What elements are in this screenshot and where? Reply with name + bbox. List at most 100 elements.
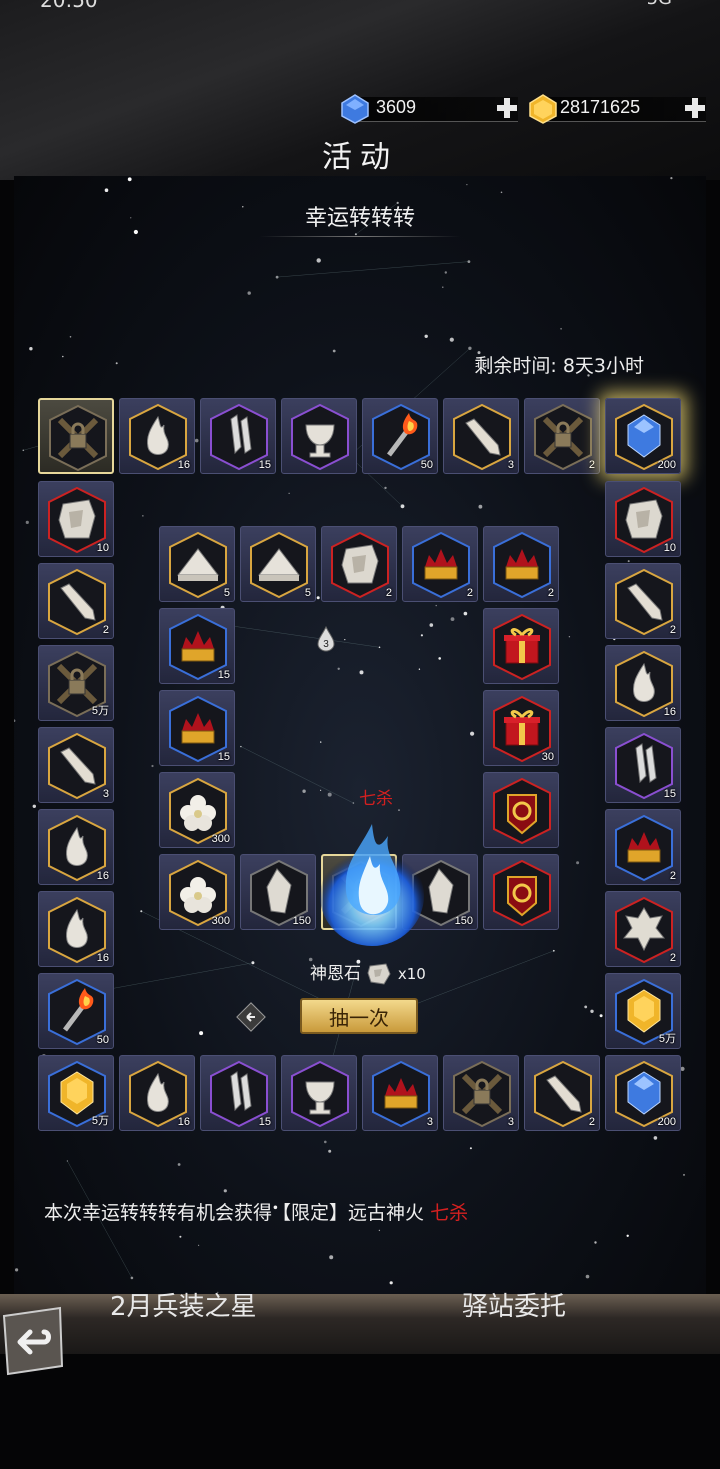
- footer-text: 本次幸运转转转有机会获得【限定】远古神火: [44, 1202, 425, 1224]
- reward-count: 200: [657, 459, 676, 471]
- gold-counter: 28171625: [528, 94, 708, 124]
- reward-slot-flame-icon[interactable]: 16: [605, 645, 681, 721]
- back-arrow-icon[interactable]: [0, 1306, 64, 1376]
- inner-slot-crown-icon[interactable]: 2: [483, 526, 559, 602]
- event-panel: 幸运转转转 剩余时间: 8天3小时 16 15 50 3 2 200 10 2 5万 3 16 16 5…: [14, 176, 706, 1294]
- reward-slot-locked-chest-icon[interactable]: 3: [443, 1055, 519, 1131]
- page-title: 活动: [322, 140, 398, 175]
- reward-slot-stone-icon[interactable]: 10: [38, 481, 114, 557]
- reward-slot-crystal-icon[interactable]: 15: [200, 398, 276, 474]
- bottom-menu-band: 2月兵装之星 驿站委托: [0, 1292, 720, 1354]
- reward-slot-gold-gem-icon[interactable]: 5万: [605, 973, 681, 1049]
- reward-count: 150: [454, 915, 473, 927]
- reward-count: 30: [541, 751, 554, 763]
- reward-slot-crystal-icon[interactable]: 15: [200, 1055, 276, 1131]
- armament-star-tab[interactable]: 2月兵装之星: [110, 1286, 257, 1323]
- inner-slot-gift-icon[interactable]: 30: [483, 690, 559, 766]
- event-footer: 本次幸运转转转有机会获得【限定】远古神火 七杀: [44, 1198, 468, 1225]
- reward-slot-crown-icon[interactable]: 2: [605, 809, 681, 885]
- reward-slot-chalice-icon[interactable]: [281, 1055, 357, 1131]
- reward-slot-flame-icon[interactable]: 16: [38, 891, 114, 967]
- status-time: 20:50: [40, 0, 98, 12]
- blue-gem-icon: [341, 94, 369, 124]
- reward-slot-crown-icon[interactable]: 3: [362, 1055, 438, 1131]
- reward-slot-bone-key-icon[interactable]: 3: [443, 398, 519, 474]
- reward-slot-gold-gem-icon[interactable]: 5万: [38, 1055, 114, 1131]
- reward-count: 2: [669, 952, 676, 964]
- reward-slot-locked-chest-icon[interactable]: 5万: [38, 645, 114, 721]
- reward-slot-flame-icon[interactable]: 16: [38, 809, 114, 885]
- inner-slot-flower-icon[interactable]: 300: [159, 854, 235, 930]
- reward-slot-bone-key-icon[interactable]: 2: [38, 563, 114, 639]
- reward-count: 15: [217, 751, 230, 763]
- reward-slot-locked-chest-icon[interactable]: 2: [524, 398, 600, 474]
- undo-icon[interactable]: [236, 1002, 266, 1032]
- reward-count: 16: [663, 706, 676, 718]
- add-gold-button[interactable]: [683, 96, 707, 120]
- diamond-value: 3609: [376, 97, 417, 117]
- emblem-icon: [493, 859, 551, 927]
- inner-slot-crown-icon[interactable]: 2: [402, 526, 478, 602]
- blue-flame-icon: [320, 824, 424, 946]
- reward-count: 16: [177, 1116, 190, 1128]
- inner-slot-crown-icon[interactable]: 15: [159, 608, 235, 684]
- diamond-counter: 3609: [340, 94, 520, 124]
- reward-slot-blue-gem-icon[interactable]: 200: [605, 1055, 681, 1131]
- status-bar: 20:50 5G: [0, 0, 720, 14]
- reward-count: 2: [588, 1116, 595, 1128]
- inner-slot-flower-icon[interactable]: 300: [159, 772, 235, 848]
- cost-line: 神恩石 x10: [310, 959, 426, 986]
- reward-count: 16: [177, 459, 190, 471]
- event-title: 幸运转转转: [304, 206, 415, 231]
- reward-count: 16: [96, 952, 109, 964]
- reward-count: 300: [211, 833, 230, 845]
- reward-count: 5万: [658, 1033, 676, 1045]
- inner-slot-stone-icon[interactable]: 2: [321, 526, 397, 602]
- inner-slot-crown-icon[interactable]: 15: [159, 690, 235, 766]
- reward-count: 15: [663, 788, 676, 800]
- reward-count: 10: [96, 542, 109, 554]
- reward-count: 2: [588, 459, 595, 471]
- reward-slot-locked-chest-icon[interactable]: [38, 398, 114, 474]
- reward-slot-chalice-icon[interactable]: [281, 398, 357, 474]
- reward-slot-stone-icon[interactable]: 10: [605, 481, 681, 557]
- center-item-label: 七杀: [359, 789, 393, 809]
- reward-slot-torch-icon[interactable]: 50: [362, 398, 438, 474]
- water-drop-icon: 3: [317, 626, 335, 652]
- reward-slot-torch-icon[interactable]: 50: [38, 973, 114, 1049]
- inner-slot-emblem-icon[interactable]: [483, 854, 559, 930]
- inner-slot-pyramid-icon[interactable]: 5: [240, 526, 316, 602]
- locked-chest-icon: [49, 404, 107, 472]
- reward-count: 15: [258, 459, 271, 471]
- reward-slot-bone-key-icon[interactable]: 2: [605, 563, 681, 639]
- cost-count: x10: [397, 965, 426, 983]
- add-diamond-button[interactable]: [495, 96, 519, 120]
- reward-slot-flame-icon[interactable]: 16: [119, 398, 195, 474]
- inner-slot-emblem-icon[interactable]: [483, 772, 559, 848]
- reward-count: 2: [102, 624, 109, 636]
- reward-slot-blue-gem-icon[interactable]: 200: [605, 398, 681, 474]
- emblem-icon: [493, 777, 551, 845]
- footer-highlight: 七杀: [430, 1202, 469, 1224]
- reward-count: 5万: [91, 705, 109, 717]
- post-commission-tab[interactable]: 驿站委托: [462, 1286, 566, 1323]
- reward-count: 5: [304, 587, 311, 599]
- reward-slot-spiky-stone-icon[interactable]: 2: [605, 891, 681, 967]
- inner-slot-gift-icon[interactable]: [483, 608, 559, 684]
- reward-count: 50: [96, 1034, 109, 1046]
- grace-stone-icon: [367, 963, 391, 985]
- reward-slot-bone-key-icon[interactable]: 2: [524, 1055, 600, 1131]
- starfield-background: [14, 177, 685, 1293]
- title-divider: [260, 236, 460, 237]
- reward-slot-flame-icon[interactable]: 16: [119, 1055, 195, 1131]
- reward-count: 300: [211, 915, 230, 927]
- reward-count: 16: [96, 870, 109, 882]
- inner-slot-pyramid-icon[interactable]: 5: [159, 526, 235, 602]
- reward-count: 2: [669, 870, 676, 882]
- status-indicators: 5G: [647, 0, 672, 9]
- reward-slot-crystal-icon[interactable]: 15: [605, 727, 681, 803]
- gold-value: 28171625: [560, 97, 641, 117]
- draw-once-button[interactable]: 抽一次: [300, 998, 418, 1034]
- reward-slot-bone-key-icon[interactable]: 3: [38, 727, 114, 803]
- reward-count: 3: [507, 459, 514, 471]
